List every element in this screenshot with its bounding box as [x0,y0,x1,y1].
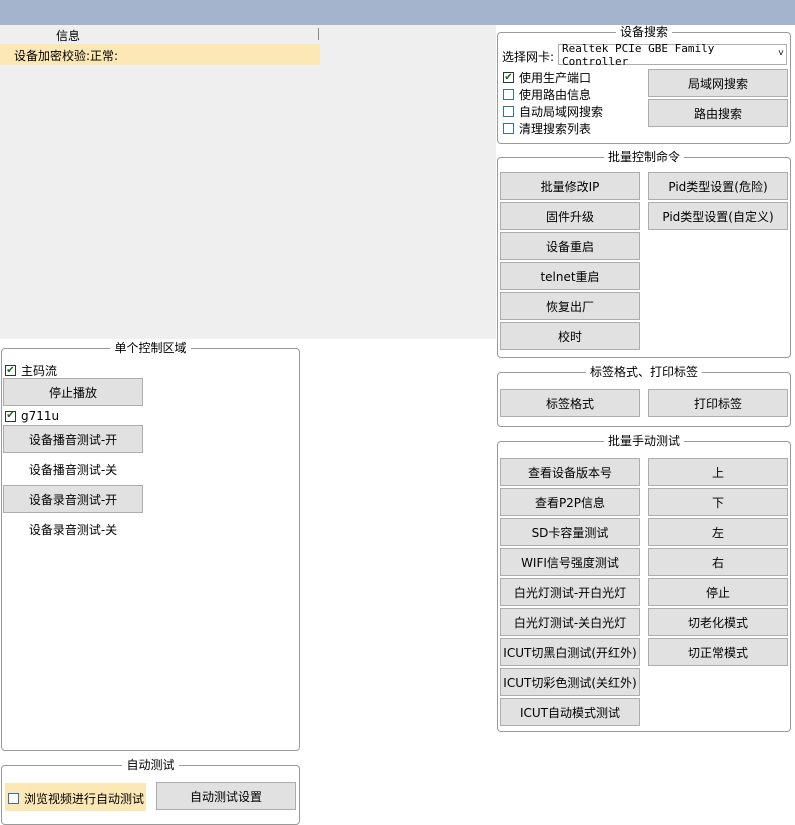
record-test-off-button[interactable]: 设备录音测试-关 [3,515,143,543]
view-p2p-button[interactable]: 查看P2P信息 [500,488,640,516]
aging-mode-button[interactable]: 切老化模式 [648,608,788,636]
batch-control-title: 批量控制命令 [603,150,684,164]
telnet-reboot-button[interactable]: telnet重启 [500,262,640,290]
pid-type-custom-button[interactable]: Pid类型设置(自定义) [648,202,788,230]
single-control-title: 单个控制区域 [110,341,191,355]
auto-lan-search-checkbox[interactable]: 自动局域网搜索 [503,103,603,120]
device-search-title: 设备搜索 [615,25,672,39]
white-light-off-button[interactable]: 白光灯测试-关白光灯 [500,608,640,636]
use-route-info-label: 使用路由信息 [519,88,592,102]
info-header: 信息 [0,25,320,43]
nic-select-value: Realtek PCIe GBE Family Controller [562,41,715,68]
batch-modify-ip-button[interactable]: 批量修改IP [500,172,640,200]
g711u-checkbox[interactable]: ✔ g711u [5,409,59,423]
lan-search-button[interactable]: 局域网搜索 [648,69,788,97]
firmware-upgrade-button[interactable]: 固件升级 [500,202,640,230]
browse-auto-test-label: 浏览视频进行自动测试 [24,792,145,806]
use-route-info-checkbox[interactable]: 使用路由信息 [503,86,591,103]
factory-reset-button[interactable]: 恢复出厂 [500,292,640,320]
use-production-port-label: 使用生产端口 [519,71,592,85]
time-sync-button[interactable]: 校时 [500,322,640,350]
ptz-stop-button[interactable]: 停止 [648,578,788,606]
info-header-label: 信息 [56,29,81,43]
title-bar [0,0,795,25]
chevron-down-icon[interactable]: ˅ [778,48,784,60]
record-test-on-button[interactable]: 设备录音测试-开 [3,485,143,513]
clear-search-list-checkbox[interactable]: 清理搜索列表 [503,120,591,137]
label-format-button[interactable]: 标签格式 [500,389,640,417]
checkbox-checked-icon: ✔ [5,410,16,422]
play-test-on-button[interactable]: 设备播音测试-开 [3,425,143,453]
view-version-button[interactable]: 查看设备版本号 [500,458,640,486]
auto-test-settings-button[interactable]: 自动测试设置 [156,782,296,810]
auto-lan-search-label: 自动局域网搜索 [519,105,604,119]
checkbox-icon [8,793,19,804]
browse-auto-test-checkbox[interactable]: 浏览视频进行自动测试 [8,790,144,807]
sd-capacity-test-button[interactable]: SD卡容量测试 [500,518,640,546]
ptz-left-button[interactable]: 左 [648,518,788,546]
ptz-up-button[interactable]: 上 [648,458,788,486]
checkbox-checked-icon: ✔ [5,364,16,376]
device-reboot-button[interactable]: 设备重启 [500,232,640,260]
column-separator[interactable] [318,28,319,40]
normal-mode-button[interactable]: 切正常模式 [648,638,788,666]
main-stream-checkbox[interactable]: ✔ 主码流 [5,362,57,379]
use-production-port-checkbox[interactable]: ✔ 使用生产端口 [503,69,591,86]
pid-type-danger-button[interactable]: Pid类型设置(危险) [648,172,788,200]
icut-bw-test-button[interactable]: ICUT切黑白测试(开红外) [500,638,640,666]
white-light-on-button[interactable]: 白光灯测试-开白光灯 [500,578,640,606]
checkbox-icon [503,123,514,134]
checkbox-icon [503,106,514,117]
icut-auto-test-button[interactable]: ICUT自动模式测试 [500,698,640,726]
stop-play-button[interactable]: 停止播放 [3,378,143,406]
checkbox-checked-icon: ✔ [503,71,514,83]
wifi-strength-test-button[interactable]: WIFI信号强度测试 [500,548,640,576]
info-row-text: 设备加密校验:正常: [14,49,119,63]
play-test-off-button[interactable]: 设备播音测试-关 [3,455,143,483]
ptz-right-button[interactable]: 右 [648,548,788,576]
print-label-button[interactable]: 打印标签 [648,389,788,417]
main-stream-label: 主码流 [21,364,58,378]
route-search-button[interactable]: 路由搜索 [648,99,788,127]
icut-color-test-button[interactable]: ICUT切彩色测试(关红外) [500,668,640,696]
info-row[interactable]: 设备加密校验:正常: [0,44,320,65]
info-panel: 信息 设备加密校验:正常: [0,25,496,339]
checkbox-icon [503,89,514,100]
g711u-label: g711u [21,409,60,423]
label-print-title: 标签格式、打印标签 [585,365,702,379]
auto-test-title: 自动测试 [122,758,179,772]
nic-select[interactable]: Realtek PCIe GBE Family Controller ˅ [558,41,787,68]
ptz-down-button[interactable]: 下 [648,488,788,516]
batch-manual-test-title: 批量手动测试 [603,434,684,448]
nic-label: 选择网卡: [502,50,555,64]
clear-search-list-label: 清理搜索列表 [519,122,592,136]
